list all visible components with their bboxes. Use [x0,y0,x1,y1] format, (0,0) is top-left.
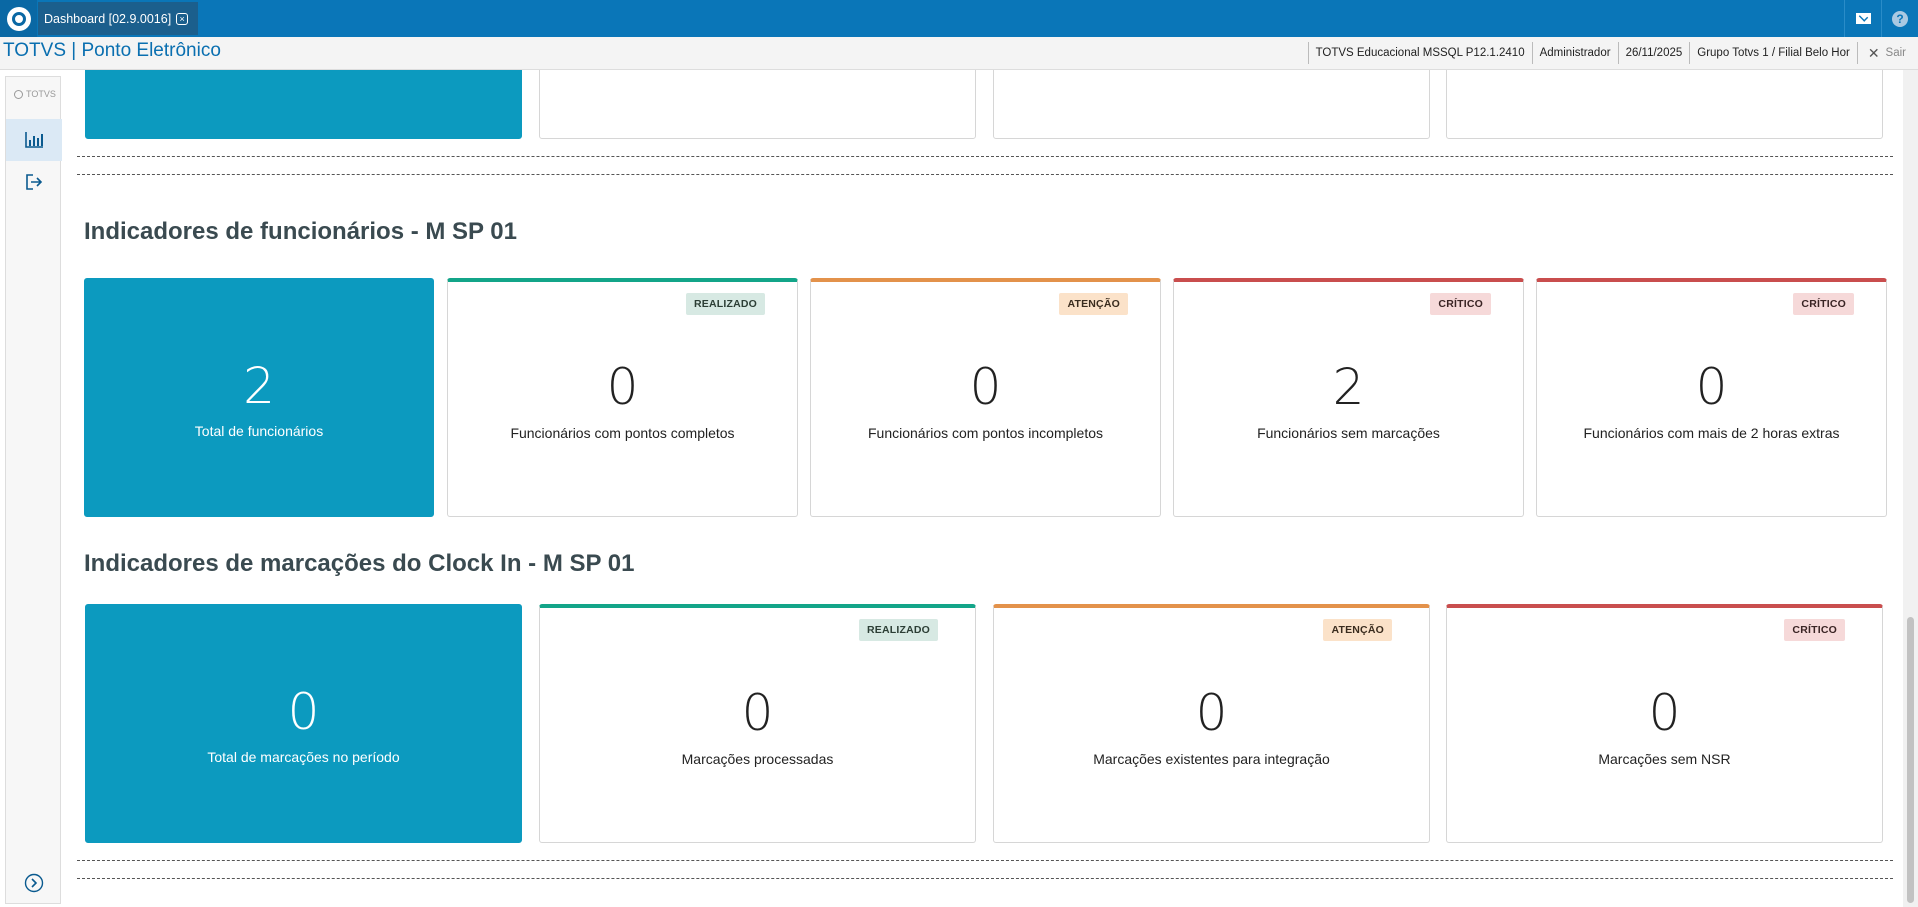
tab-dashboard[interactable]: Dashboard [02.9.0016] × [38,2,198,35]
session-info: TOTVS Educacional MSSQL P12.1.2410 Admin… [1307,42,1918,64]
section-divider [77,860,1893,861]
card-total-employees[interactable]: 2 Total de funcionários [84,278,434,517]
status-badge: ATENÇÃO [1323,619,1392,641]
dashboard-content: Indicadores de funcionários - M SP 01 2 … [62,70,1902,907]
app-title: TOTVS | Ponto Eletrônico [3,40,221,61]
card-marks-integration[interactable]: ATENÇÃO 0 Marcações existentes para inte… [993,604,1430,843]
card-value: 0 [287,683,320,741]
card-employees-overtime[interactable]: CRÍTICO 0 Funcionários com mais de 2 hor… [1536,278,1887,517]
card-marks-no-nsr[interactable]: CRÍTICO 0 Marcações sem NSR [1446,604,1883,843]
status-badge: REALIZADO [858,619,938,641]
card-label: Funcionários com pontos incompletos [867,425,1103,441]
close-icon: ✕ [1867,45,1880,61]
totvs-logo-icon[interactable] [0,0,37,37]
environment-label: TOTVS Educacional MSSQL P12.1.2410 [1307,42,1532,64]
card-employees-no-marks[interactable]: CRÍTICO 2 Funcionários sem marcações [1173,278,1524,517]
totvs-mini-icon [14,89,23,99]
sidebar-expand-button[interactable] [6,862,62,904]
card-value: 0 [969,358,1002,416]
date-label: 26/11/2025 [1617,42,1690,64]
sidebar: TOTVS [5,76,62,904]
card-value: 0 [1195,684,1228,742]
sidebar-brand-label: TOTVS [26,89,56,99]
help-icon: ? [1892,10,1908,27]
logout-icon [26,174,43,190]
card-label: Funcionários com pontos completos [510,425,735,441]
card-label: Total de funcionários [194,423,324,439]
branch-label: Grupo Totvs 1 / Filial Belo Hor [1689,42,1857,64]
card-label: Marcações processadas [681,751,834,767]
card-label: Marcações existentes para integração [1093,751,1330,767]
card-label: Funcionários com mais de 2 horas extras [1583,425,1840,441]
section-divider [77,174,1893,175]
chevron-right-circle-icon [24,873,44,893]
status-badge: CRÍTICO [1430,293,1491,315]
card-value: 0 [606,358,639,416]
card-value: 0 [741,684,774,742]
card-employees-incomplete[interactable]: ATENÇÃO 0 Funcionários com pontos incomp… [810,278,1161,517]
messages-button[interactable] [1844,0,1881,37]
status-badge: ATENÇÃO [1059,293,1128,315]
card-value: 2 [1332,358,1365,416]
status-badge: REALIZADO [685,293,765,315]
logout-button[interactable]: ✕ Sair [1856,42,1918,64]
tab-dashboard-label: Dashboard [02.9.0016] [44,11,172,26]
card-label: Funcionários sem marcações [1257,425,1440,441]
help-button[interactable]: ? [1881,0,1918,37]
card-value: 2 [243,357,275,415]
previous-card-critical[interactable] [1446,70,1883,139]
sidebar-brand: TOTVS [14,89,56,99]
section-title-clockin: Indicadores de marcações do Clock In - M… [84,550,635,577]
card-label: Marcações sem NSR [1598,751,1731,767]
scrollbar-thumb[interactable] [1907,617,1914,903]
tab-close-icon[interactable]: × [176,12,189,25]
vertical-scrollbar[interactable] [1903,70,1918,907]
card-value: 0 [1648,684,1681,742]
app-header: TOTVS | Ponto Eletrônico TOTVS Educacion… [0,37,1918,70]
card-marks-processed[interactable]: REALIZADO 0 Marcações processadas [539,604,976,843]
section-divider [77,156,1893,157]
card-total-marks[interactable]: 0 Total de marcações no período [85,604,522,843]
top-bar: Dashboard [02.9.0016] × ? [0,0,1918,37]
section-title-employees: Indicadores de funcionários - M SP 01 [84,218,517,245]
previous-card-total[interactable] [85,70,522,139]
logout-label: Sair [1885,47,1906,59]
sidebar-item-dashboard[interactable] [6,119,62,161]
sidebar-item-exit[interactable] [6,161,62,203]
mail-icon [1855,13,1871,24]
previous-card-done[interactable] [539,70,976,139]
card-value: 0 [1695,358,1728,416]
bar-chart-icon [25,132,43,148]
section-divider [77,878,1893,879]
status-badge: CRÍTICO [1784,619,1845,641]
card-label: Total de marcações no período [207,749,400,765]
status-badge: CRÍTICO [1793,293,1854,315]
card-employees-complete[interactable]: REALIZADO 0 Funcionários com pontos comp… [447,278,798,517]
previous-card-warning[interactable] [993,70,1430,139]
user-label: Administrador [1531,42,1618,64]
